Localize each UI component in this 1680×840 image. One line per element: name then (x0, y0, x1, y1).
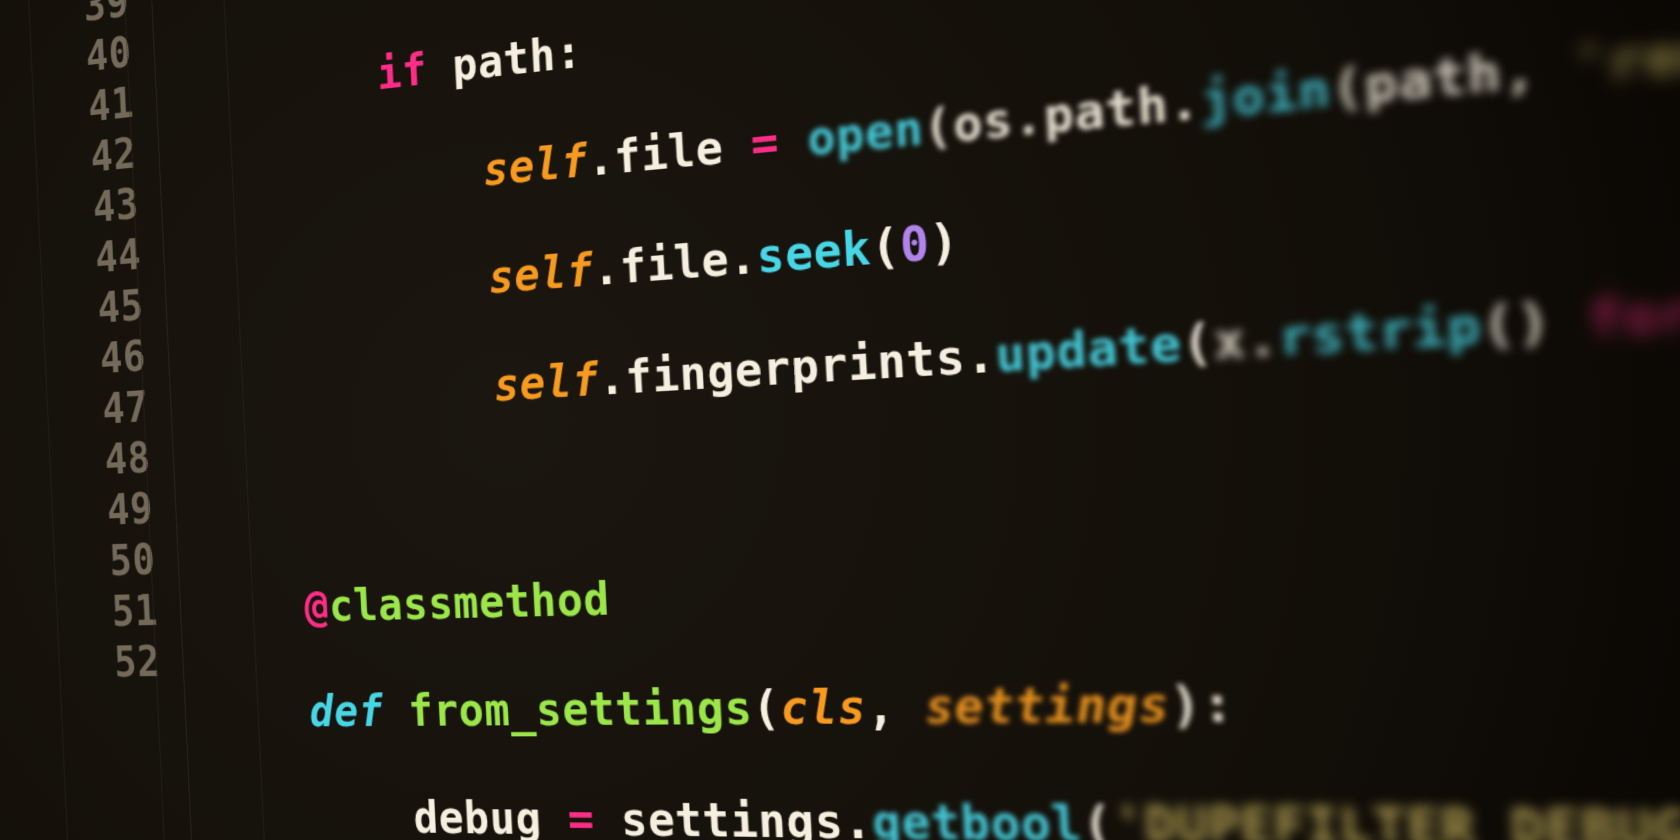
code-line[interactable]: @classmethod (208, 516, 1680, 636)
line-number: 52 (31, 637, 161, 690)
code-line[interactable]: def from_settings(cls, settings): (213, 661, 1680, 740)
line-number: 49 (24, 484, 154, 540)
line-number: 47 (19, 383, 149, 441)
line-number: 50 (26, 535, 156, 590)
line-number: 51 (29, 586, 159, 640)
code-editor[interactable]: 3637383940414243444546474849505152 if pa… (0, 0, 1680, 840)
line-number: 46 (17, 332, 147, 391)
code-line[interactable]: debug = settings.getbool('DUPEFILTER_DEB… (218, 791, 1680, 840)
screen-photo: 3637383940414243444546474849505152 if pa… (0, 0, 1680, 840)
code-area[interactable]: if path: self.file = open(os.path.join(p… (144, 0, 1680, 840)
line-number: 48 (22, 433, 152, 490)
